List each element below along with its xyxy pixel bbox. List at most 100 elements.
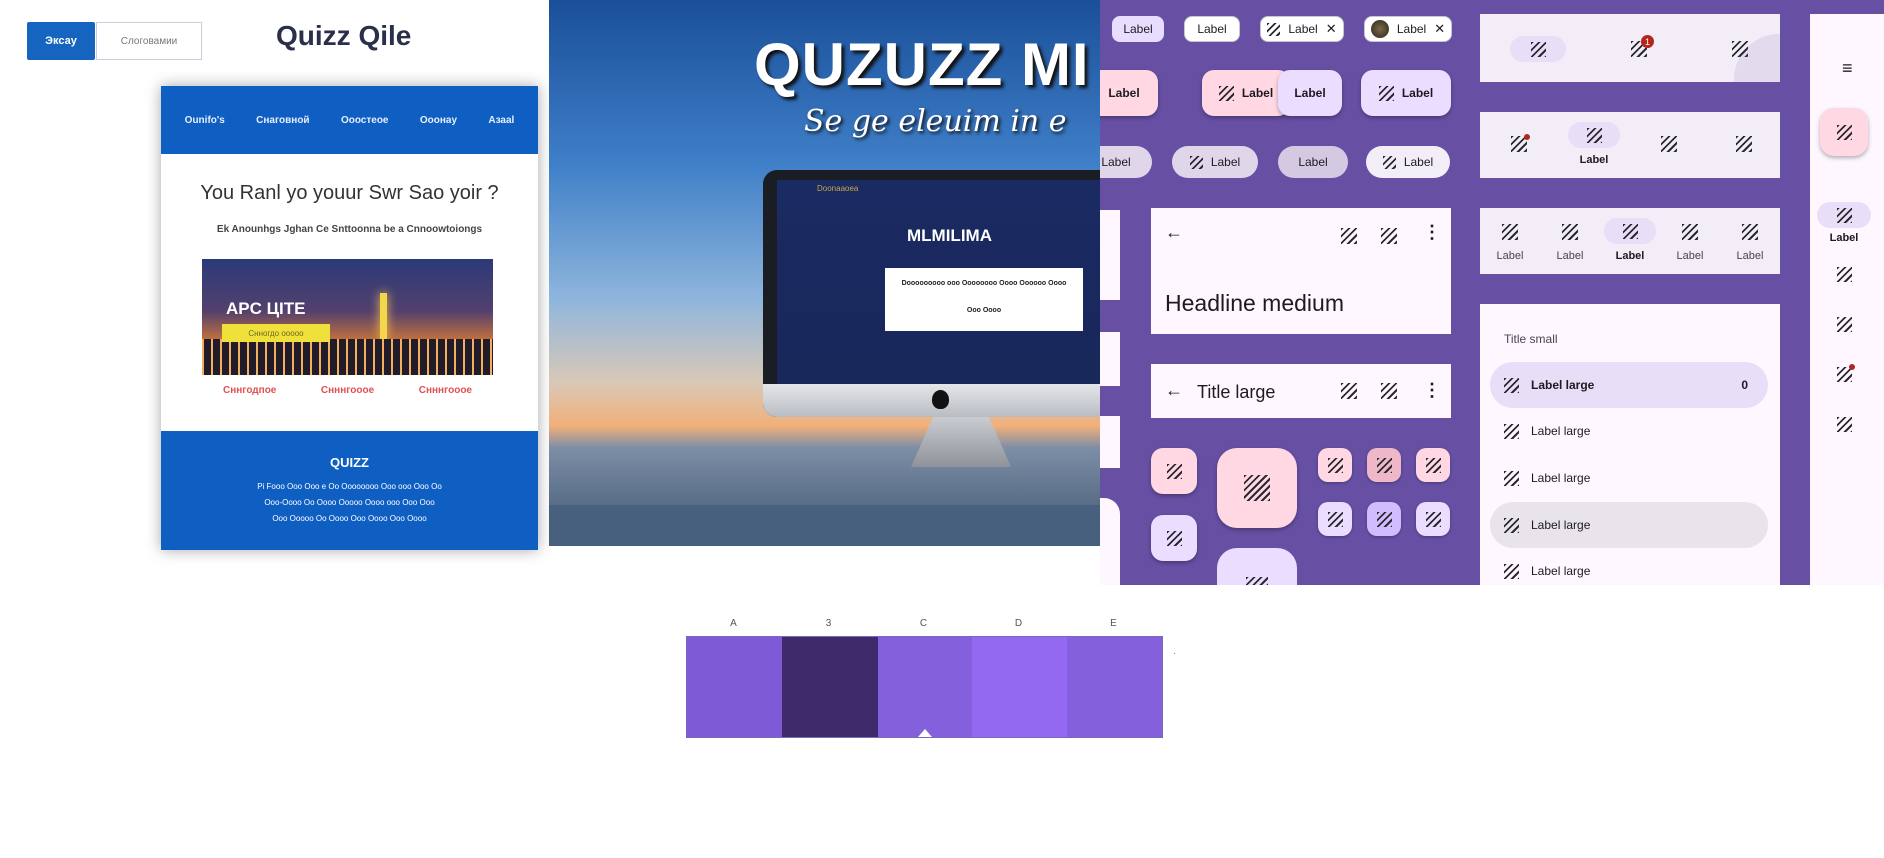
drawer-section-title: Title small xyxy=(1504,332,1558,346)
monitor-chin xyxy=(763,384,1100,417)
more-vert-icon[interactable]: ⋮ xyxy=(1423,222,1441,243)
hatch-icon[interactable] xyxy=(1736,136,1752,152)
fab-mini[interactable] xyxy=(1367,502,1401,536)
footer-title: QUIZZ xyxy=(330,455,369,470)
back-arrow-icon[interactable]: ← xyxy=(1165,380,1183,401)
nav-active-indicator[interactable] xyxy=(1568,122,1620,148)
nav-active-indicator[interactable] xyxy=(1604,218,1656,244)
red-link[interactable]: Снннгооое xyxy=(321,385,374,396)
rail-fab[interactable] xyxy=(1820,108,1868,156)
drawer-item-hover[interactable]: Label large xyxy=(1490,502,1768,548)
monitor-stand xyxy=(911,417,1011,467)
nav-label: Label xyxy=(1496,250,1524,262)
hatch-icon[interactable] xyxy=(1381,383,1397,399)
hero-banner: APC ЦITE Снногдо ооооо xyxy=(202,259,493,375)
rail-label: Label xyxy=(1829,232,1859,244)
hatch-icon xyxy=(1166,530,1182,546)
hatch-icon xyxy=(1504,517,1519,533)
poster-subtitle: Se ge eleuim in e xyxy=(804,104,1067,139)
nav-link[interactable]: Ounifo's xyxy=(185,115,225,126)
rail-active-indicator[interactable] xyxy=(1817,202,1871,228)
poster: QUZUZZ MI Se ge eleuim in e Doonaaoea ML… xyxy=(549,0,1100,546)
icon-pill-button[interactable]: Label xyxy=(1366,146,1450,178)
cutoff-card xyxy=(1100,498,1120,585)
back-arrow-icon[interactable]: ← xyxy=(1165,222,1183,243)
input-chip[interactable]: Label ✕ xyxy=(1260,16,1344,42)
nav-link[interactable]: Ооонау xyxy=(420,115,457,126)
hatch-icon[interactable] xyxy=(1837,317,1852,332)
drawer-item[interactable]: Label large xyxy=(1490,455,1768,501)
assist-chip[interactable]: Label xyxy=(1112,16,1164,42)
more-vert-icon[interactable]: ⋮ xyxy=(1423,380,1441,401)
hatch-icon xyxy=(1836,207,1852,223)
red-link[interactable]: Снннгооое xyxy=(419,385,472,396)
color-swatch[interactable] xyxy=(1067,637,1162,737)
banner-title: APC ЦITE xyxy=(226,299,306,318)
red-link[interactable]: Сннгодпое xyxy=(223,385,276,396)
fab-mini[interactable] xyxy=(1318,502,1352,536)
tonal-button[interactable]: Label xyxy=(1100,70,1158,116)
fab-mini[interactable] xyxy=(1416,502,1450,536)
selected-indicator-icon xyxy=(917,729,932,737)
drawer-item-active[interactable]: Label large 0 xyxy=(1490,362,1768,408)
avatar-chip[interactable]: Label ✕ xyxy=(1364,16,1452,42)
filter-chip[interactable]: Label xyxy=(1184,16,1240,42)
menu-icon[interactable]: ≡ xyxy=(1842,58,1853,79)
color-swatch-selected[interactable] xyxy=(877,637,973,737)
color-swatch[interactable] xyxy=(972,637,1068,737)
nav-link[interactable]: Снаговной xyxy=(256,115,309,126)
nav-link[interactable]: Ооостеое xyxy=(341,115,389,126)
drawer-item[interactable]: Label large xyxy=(1490,408,1768,454)
hatch-icon[interactable] xyxy=(1341,228,1357,244)
tab-primary[interactable]: Эксау xyxy=(27,22,95,60)
color-swatch[interactable] xyxy=(782,637,878,737)
footer-line: Ooo-Oooo Oo Oooo Ooooo Oooo ooo Ooo Ooo xyxy=(264,498,435,507)
avatar xyxy=(1370,20,1389,38)
pill-button[interactable]: Label xyxy=(1100,146,1152,178)
fab-large[interactable] xyxy=(1217,448,1297,528)
fab-small[interactable] xyxy=(1151,515,1197,561)
material-kit: Label Label Label ✕ Label ✕ Label Label … xyxy=(1100,0,1884,585)
color-swatch[interactable] xyxy=(687,637,783,737)
fab-mini[interactable] xyxy=(1367,448,1401,482)
hatch-icon[interactable] xyxy=(1502,224,1518,240)
hero-subtitle: Ek Anounhgs Jghan Ce Snttoonna be a Cnno… xyxy=(216,224,483,235)
drawer-item-label: Label large xyxy=(1531,564,1591,578)
icon-pill-button[interactable]: Label xyxy=(1172,146,1258,178)
hatch-icon[interactable] xyxy=(1837,267,1852,282)
hatch-icon[interactable] xyxy=(1682,224,1698,240)
hatch-icon[interactable] xyxy=(1742,224,1758,240)
nav-active-indicator[interactable] xyxy=(1510,36,1566,62)
icon-secondary-button[interactable]: Label xyxy=(1361,70,1451,116)
dot-badge xyxy=(1849,364,1855,370)
icon-tonal-button[interactable]: Label xyxy=(1202,70,1290,116)
hatch-icon[interactable] xyxy=(1381,228,1397,244)
tower-light xyxy=(380,293,387,339)
hatch-icon xyxy=(1267,22,1281,36)
screen-box-line: Dooooooooo ooo Oooooooo Oooo Oooooo Oooo xyxy=(901,280,1067,287)
fab-small[interactable] xyxy=(1151,448,1197,494)
secondary-button[interactable]: Label xyxy=(1278,70,1342,116)
nav-link[interactable]: Азааl xyxy=(488,115,514,126)
hatch-icon xyxy=(1378,85,1394,101)
hatch-icon[interactable] xyxy=(1562,224,1578,240)
tab-secondary[interactable]: Слоговамии xyxy=(96,22,202,60)
banner-cta[interactable]: Снногдо ооооо xyxy=(222,324,330,342)
hatch-icon xyxy=(1504,377,1519,393)
top-app-bar-small: ← Title large ⋮ xyxy=(1151,364,1451,418)
close-icon[interactable]: ✕ xyxy=(1434,21,1445,37)
drawer-item[interactable]: Label large xyxy=(1490,548,1768,585)
fab-mini[interactable] xyxy=(1318,448,1352,482)
hatch-icon[interactable] xyxy=(1341,383,1357,399)
hatch-icon[interactable] xyxy=(1837,417,1852,432)
pill-button[interactable]: Label xyxy=(1278,146,1348,178)
chip-label: Label xyxy=(1123,22,1153,36)
swatch-label: E xyxy=(1110,618,1117,629)
hatch-icon xyxy=(1425,511,1441,527)
button-label: Label xyxy=(1294,86,1326,100)
fab-mini[interactable] xyxy=(1416,448,1450,482)
close-icon[interactable]: ✕ xyxy=(1326,21,1337,37)
hatch-icon[interactable] xyxy=(1661,136,1677,152)
screen-box-line: Ooo Oooo xyxy=(966,307,1002,314)
fab-large[interactable] xyxy=(1217,548,1297,585)
